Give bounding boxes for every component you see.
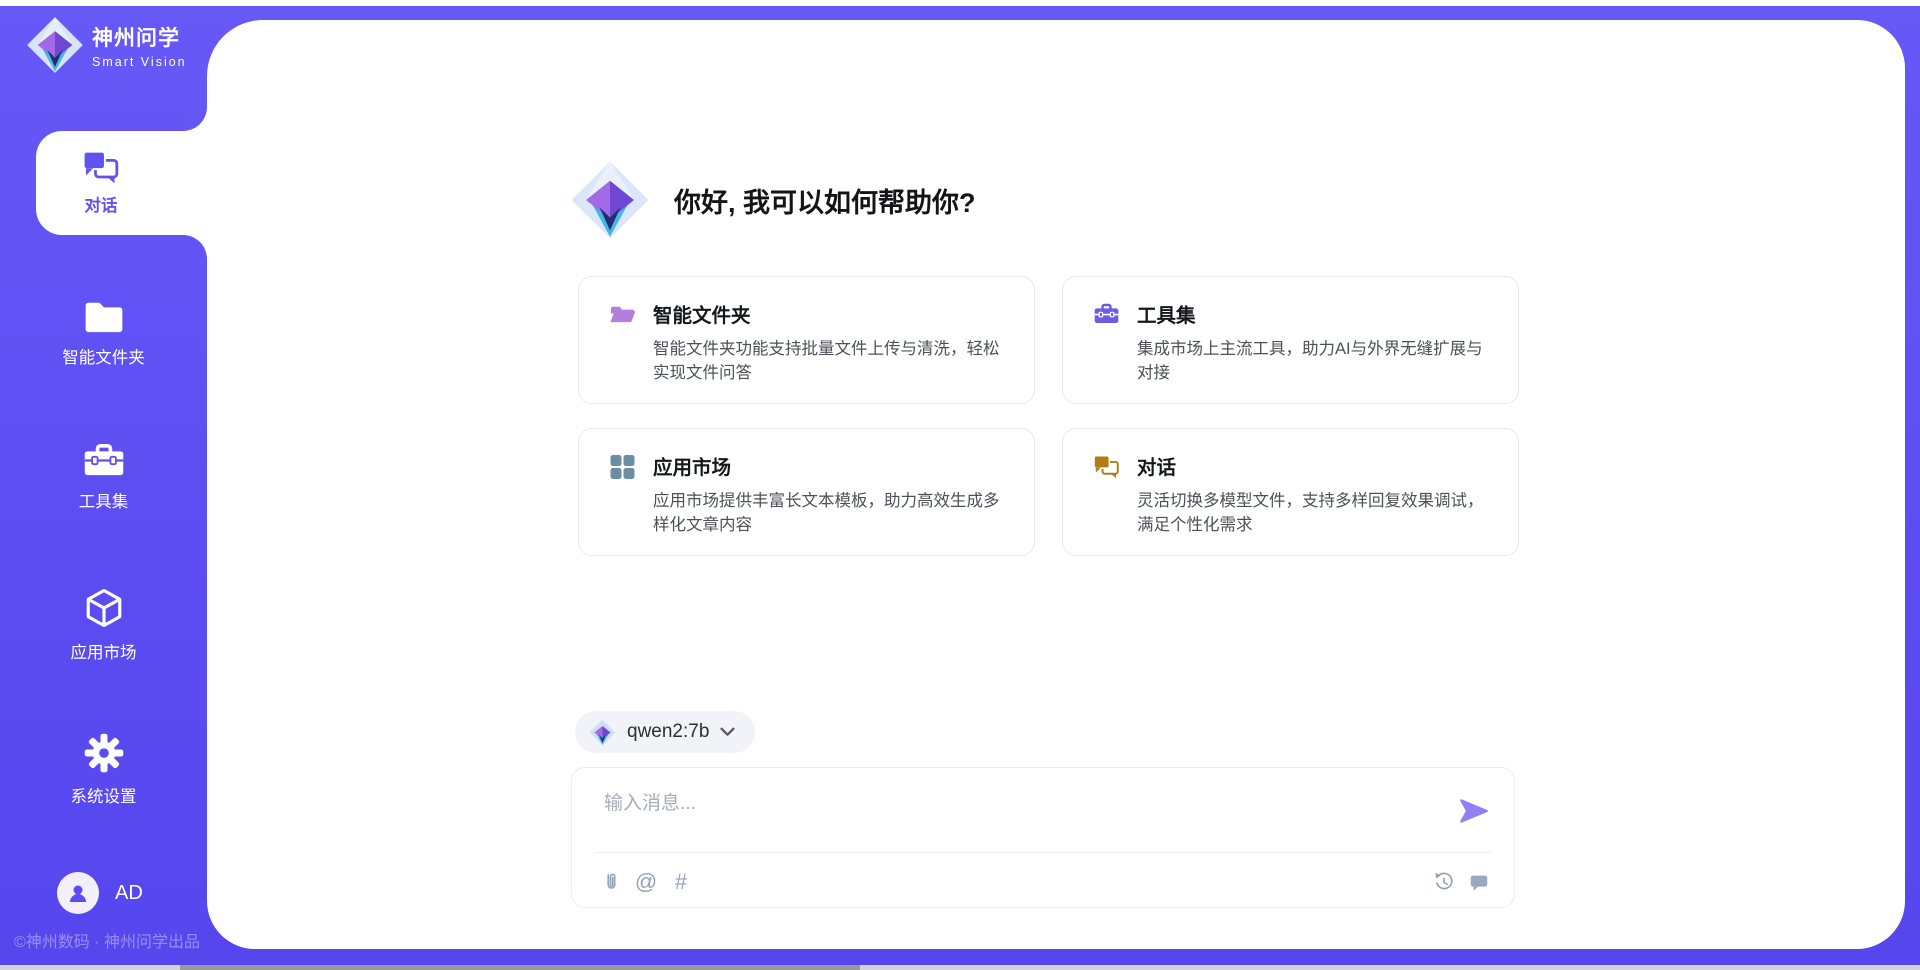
chevron-down-icon	[720, 727, 735, 737]
folder-icon	[82, 298, 126, 335]
card-body: 对话 灵活切换多模型文件，支持多样回复效果调试，满足个性化需求	[1137, 451, 1498, 555]
gem-logo-icon	[570, 157, 650, 243]
card-title: 工具集	[1137, 299, 1498, 328]
toolbox-icon	[82, 442, 126, 479]
sidebar-item-smart-folder[interactable]: 智能文件夹	[25, 298, 182, 368]
sidebar-active-tab: 对话	[36, 131, 211, 235]
model-name: qwen2:7b	[627, 721, 709, 743]
sidebar-item-toolset[interactable]: 工具集	[25, 442, 182, 512]
model-selector[interactable]: qwen2:7b	[575, 711, 755, 753]
tab-fillet-top	[183, 107, 207, 131]
greeting: 你好, 我可以如何帮助你?	[570, 157, 976, 243]
tab-fillet-bottom	[183, 235, 207, 259]
chat-bubbles-icon	[1093, 454, 1120, 480]
app-grid-icon	[609, 454, 636, 480]
brand-name: 神州问学	[92, 22, 187, 52]
sidebar-item-label: 系统设置	[71, 783, 137, 807]
card-description: 应用市场提供丰富长文本模板，助力高效生成多样化文章内容	[653, 489, 1014, 537]
gem-logo-icon	[26, 16, 84, 74]
sidebar-item-label: 工具集	[79, 488, 129, 512]
chat-bubbles-icon	[82, 150, 120, 185]
sidebar-item-settings[interactable]: 系统设置	[25, 732, 182, 807]
user-profile[interactable]: AD	[57, 872, 143, 914]
card-body: 工具集 集成市场上主流工具，助力AI与外界无缝扩展与对接	[1137, 299, 1498, 403]
send-icon[interactable]	[1458, 796, 1490, 826]
brand-logo: 神州问学 Smart Vision	[26, 16, 187, 74]
horizontal-scrollbar[interactable]	[0, 965, 1920, 970]
mention-icon[interactable]: @	[633, 869, 659, 895]
sidebar-footer: ©神州数码 · 神州问学出品	[14, 928, 204, 952]
user-name: AD	[115, 882, 143, 905]
cube-icon	[83, 586, 125, 630]
brand-subtitle: Smart Vision	[92, 55, 187, 69]
scrollbar-thumb[interactable]	[180, 965, 860, 970]
feature-cards: 智能文件夹 智能文件夹功能支持批量文件上传与清洗，轻松实现文件问答 工具集 集成…	[578, 276, 1519, 556]
sidebar-item-app-market[interactable]: 应用市场	[25, 586, 182, 663]
card-app-market[interactable]: 应用市场 应用市场提供丰富长文本模板，助力高效生成多样化文章内容	[578, 428, 1035, 556]
sidebar-item-label: 对话	[85, 192, 118, 216]
avatar	[57, 872, 99, 914]
chat-bubble-icon[interactable]	[1466, 869, 1492, 895]
card-title: 应用市场	[653, 451, 1014, 480]
card-chat[interactable]: 对话 灵活切换多模型文件，支持多样回复效果调试，满足个性化需求	[1062, 428, 1519, 556]
folder-open-icon	[609, 302, 636, 325]
attachment-icon[interactable]	[598, 869, 624, 895]
gear-icon	[83, 732, 125, 774]
sidebar-item-label: 应用市场	[71, 639, 137, 663]
card-body: 智能文件夹 智能文件夹功能支持批量文件上传与清洗，轻松实现文件问答	[653, 299, 1014, 403]
greeting-text: 你好, 我可以如何帮助你?	[674, 181, 976, 220]
card-description: 集成市场上主流工具，助力AI与外界无缝扩展与对接	[1137, 337, 1498, 385]
app-window: 神州问学 Smart Vision 对话 智能文件夹	[0, 0, 1920, 970]
card-smart-folder[interactable]: 智能文件夹 智能文件夹功能支持批量文件上传与清洗，轻松实现文件问答	[578, 276, 1035, 404]
card-title: 对话	[1137, 451, 1498, 480]
history-icon[interactable]	[1431, 869, 1457, 895]
card-description: 智能文件夹功能支持批量文件上传与清洗，轻松实现文件问答	[653, 337, 1014, 385]
toolbox-icon	[1093, 302, 1120, 326]
hashtag-icon[interactable]: #	[668, 869, 694, 895]
brand-text: 神州问学 Smart Vision	[92, 22, 187, 69]
person-icon	[66, 881, 90, 905]
card-description: 灵活切换多模型文件，支持多样回复效果调试，满足个性化需求	[1137, 489, 1498, 537]
card-title: 智能文件夹	[653, 299, 1014, 328]
message-input[interactable]	[604, 788, 1444, 846]
card-toolset[interactable]: 工具集 集成市场上主流工具，助力AI与外界无缝扩展与对接	[1062, 276, 1519, 404]
composer-divider	[594, 852, 1492, 853]
sidebar-item-chat[interactable]: 对话	[36, 131, 166, 235]
sidebar: 神州问学 Smart Vision 对话 智能文件夹	[0, 6, 207, 965]
gem-logo-icon	[589, 719, 616, 746]
card-body: 应用市场 应用市场提供丰富长文本模板，助力高效生成多样化文章内容	[653, 451, 1014, 555]
sidebar-item-label: 智能文件夹	[62, 344, 145, 368]
message-composer: @ #	[571, 767, 1515, 908]
composer-toolbar: @ #	[598, 864, 1492, 900]
